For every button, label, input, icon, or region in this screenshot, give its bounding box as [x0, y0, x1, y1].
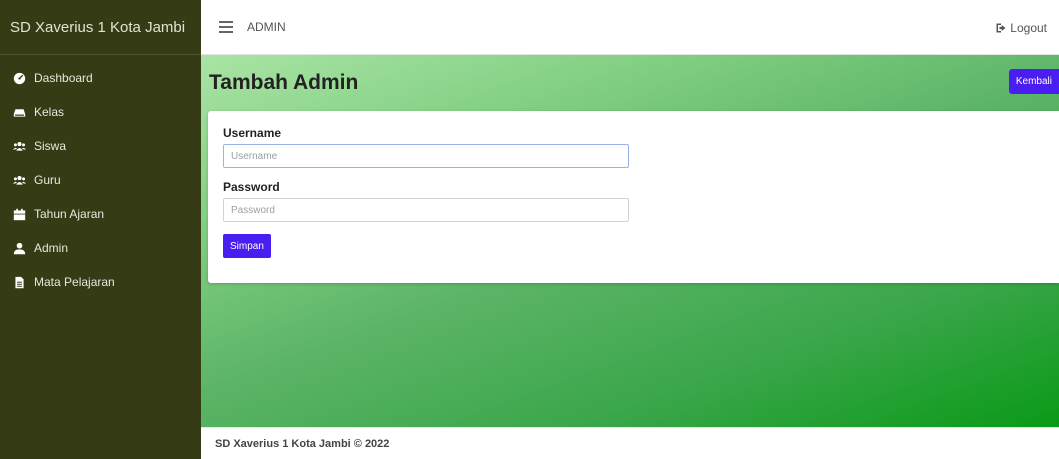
- content-area: Tambah Admin Kembali Username Password S…: [201, 55, 1059, 427]
- users-icon: [12, 173, 26, 187]
- sidebar-item-dashboard[interactable]: Dashboard: [0, 61, 201, 95]
- topbar: ADMIN Logout: [201, 0, 1059, 55]
- sidebar-item-label: Kelas: [34, 105, 65, 119]
- footer: SD Xaverius 1 Kota Jambi © 2022: [201, 427, 1059, 459]
- sidebar-item-kelas[interactable]: Kelas: [0, 95, 201, 129]
- user-icon: [12, 241, 26, 255]
- sidebar-menu: Dashboard Kelas Siswa Guru Tahun Ajaran: [0, 55, 201, 299]
- sidebar-brand[interactable]: SD Xaverius 1 Kota Jambi: [0, 0, 201, 55]
- save-button[interactable]: Simpan: [223, 234, 271, 258]
- password-label: Password: [223, 180, 280, 194]
- sidebar-item-tahun-ajaran[interactable]: Tahun Ajaran: [0, 197, 201, 231]
- sidebar-item-label: Tahun Ajaran: [34, 207, 105, 221]
- sidebar-item-admin[interactable]: Admin: [0, 231, 201, 265]
- sidebar-item-label: Guru: [34, 173, 61, 187]
- sidebar: SD Xaverius 1 Kota Jambi Dashboard Kelas…: [0, 0, 201, 459]
- users-icon: [12, 139, 26, 153]
- sidebar-item-label: Admin: [34, 241, 69, 255]
- back-button[interactable]: Kembali: [1008, 69, 1059, 94]
- sidebar-item-siswa[interactable]: Siswa: [0, 129, 201, 163]
- dashboard-icon: [12, 71, 26, 85]
- menu-toggle-icon[interactable]: [219, 21, 233, 33]
- sign-out-icon: [996, 23, 1006, 32]
- sidebar-item-guru[interactable]: Guru: [0, 163, 201, 197]
- topbar-title: ADMIN: [247, 20, 286, 34]
- username-input[interactable]: [223, 144, 629, 168]
- form-card: Username Password Simpan: [208, 111, 1059, 283]
- page-title: Tambah Admin: [209, 71, 359, 94]
- logout-link[interactable]: Logout: [995, 0, 1047, 55]
- sidebar-item-label: Dashboard: [34, 71, 93, 85]
- hdd-icon: [12, 105, 26, 119]
- footer-text: SD Xaverius 1 Kota Jambi © 2022: [215, 437, 390, 450]
- sidebar-item-label: Siswa: [34, 139, 67, 153]
- file-icon: [12, 275, 26, 289]
- sidebar-item-label: Mata Pelajaran: [34, 275, 115, 289]
- logout-label: Logout: [1010, 20, 1047, 35]
- sidebar-item-mata-pelajaran[interactable]: Mata Pelajaran: [0, 265, 201, 299]
- calendar-icon: [12, 207, 26, 221]
- username-label: Username: [223, 126, 282, 140]
- password-input[interactable]: [223, 198, 629, 222]
